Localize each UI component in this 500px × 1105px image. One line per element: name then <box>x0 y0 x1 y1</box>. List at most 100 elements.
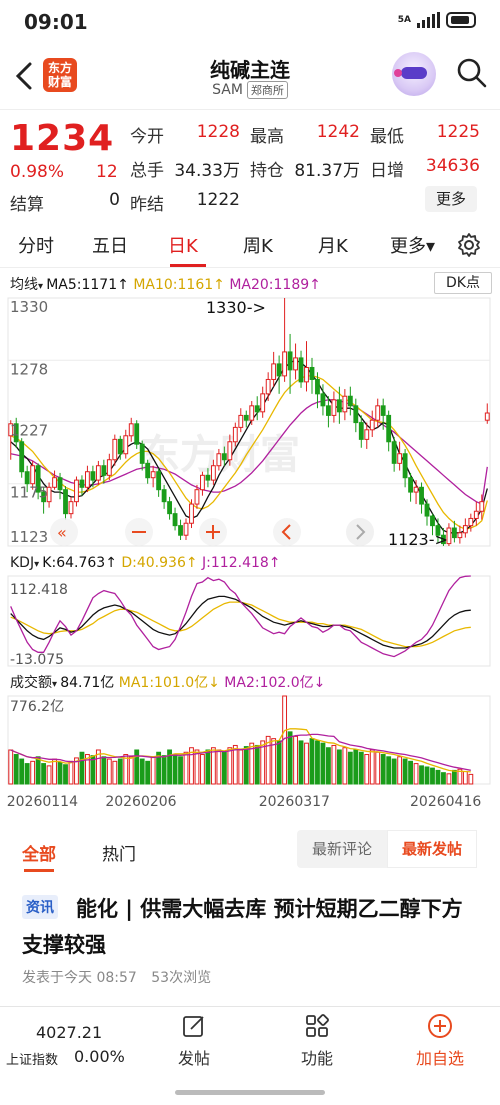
sort-latest-post[interactable]: 最新发帖 <box>387 830 477 868</box>
grid-icon <box>306 1014 329 1037</box>
tab-all[interactable]: 全部 <box>22 840 56 865</box>
tab-intraday[interactable]: 分时 <box>18 232 54 258</box>
candle-body <box>293 357 298 371</box>
amount-bar <box>216 749 222 785</box>
amount-bar <box>232 744 238 785</box>
kdj-max-label: 112.418 <box>10 582 68 598</box>
amount-bar <box>128 756 134 785</box>
candle-body <box>79 479 85 488</box>
last-price: 1234 <box>10 118 115 159</box>
amount-bar <box>243 746 249 785</box>
exchange-badge: 郑商所 <box>246 81 288 99</box>
sort-toggle: 最新评论 最新发帖 <box>297 830 477 868</box>
candle-body <box>30 465 36 485</box>
candle-body <box>424 503 430 517</box>
amount-bar <box>41 763 47 785</box>
change-value: 12 <box>96 162 118 182</box>
amount-bar <box>227 747 233 785</box>
amount-bar <box>112 760 118 785</box>
amount-bar <box>391 758 397 785</box>
date-label: 20260416 <box>410 794 481 810</box>
amount-bar <box>298 740 304 785</box>
amount-bar <box>446 773 452 785</box>
amount-bar <box>221 751 227 785</box>
amount-bar <box>254 744 260 785</box>
low-value: 1225 <box>436 122 480 142</box>
post-button[interactable]: 发帖 <box>154 1013 234 1069</box>
y-axis-label: 1330 <box>10 298 48 316</box>
candle-body <box>260 393 266 413</box>
candle-body <box>402 453 408 479</box>
gear-icon[interactable] <box>456 232 482 258</box>
amount-bar <box>320 742 326 785</box>
signal-icon <box>417 12 440 28</box>
chart-area[interactable]: 均线▾ MA5:1171↑ MA10:1161↑ MA20:1189↑ DK点 … <box>0 268 500 813</box>
amount-bar <box>419 765 424 785</box>
candle-body <box>57 477 63 491</box>
amount-bar <box>462 771 468 785</box>
amount-bar <box>145 760 151 785</box>
amount-bar <box>380 754 386 785</box>
feed-tabs: 全部 热门 最新评论 最新发帖 <box>0 813 500 885</box>
tab-daily-k[interactable]: 日K <box>168 232 198 258</box>
candle-body <box>156 471 162 491</box>
open-value: 1228 <box>196 122 240 142</box>
amount-bar <box>402 758 408 785</box>
candle-body <box>413 486 419 493</box>
search-icon[interactable] <box>455 56 489 90</box>
more-button[interactable]: 更多 <box>425 186 477 212</box>
kdj-j-line <box>10 575 471 658</box>
index-name: 上证指数 <box>6 1053 59 1068</box>
assistant-robot-icon[interactable] <box>392 52 436 96</box>
tab-more[interactable]: 更多▾ <box>390 232 435 258</box>
settle-label: 结算 <box>10 195 44 215</box>
candle-body <box>391 441 397 464</box>
candle-body <box>221 453 227 461</box>
scroll-right-button[interactable] <box>346 518 374 546</box>
post-title[interactable]: 能化 | 供需大幅去库 预计短期乙二醇下方支撑较强 <box>22 891 482 963</box>
amount-bar <box>183 751 189 785</box>
zoom-in-button[interactable] <box>199 518 227 546</box>
tab-five-day[interactable]: 五日 <box>92 232 128 258</box>
amount-bar <box>8 749 14 785</box>
candle-body <box>353 405 359 424</box>
features-button[interactable]: 功能 <box>277 1013 357 1069</box>
kdj-k-value: K:64.763 <box>42 555 106 571</box>
scroll-left-button[interactable] <box>273 518 301 546</box>
post-item[interactable]: 能化 | 供需大幅去库 预计短期乙二醇下方支撑较强 资讯 发表于今天 08:57… <box>0 885 500 1003</box>
candle-body <box>336 399 342 413</box>
zoom-out-button[interactable] <box>125 518 153 546</box>
candle-body <box>375 405 381 421</box>
zoom-left-button[interactable]: « <box>50 518 78 546</box>
tab-hot[interactable]: 热门 <box>102 840 136 865</box>
sort-latest-comment[interactable]: 最新评论 <box>297 830 387 868</box>
tab-monthly-k[interactable]: 月K <box>318 232 348 258</box>
candle-body <box>161 489 167 503</box>
candle-body <box>150 471 156 479</box>
candle-body <box>380 405 386 416</box>
min-annotation: 1123-> <box>388 530 448 549</box>
y-axis-label: 1175 <box>10 484 48 502</box>
add-watchlist-button[interactable]: 加自选 <box>400 1013 480 1069</box>
candle-body <box>68 501 74 515</box>
tab-weekly-k[interactable]: 周K <box>243 232 273 258</box>
volume-value: 34.33万 <box>174 161 240 181</box>
amount-bar <box>451 769 457 785</box>
candle-body <box>254 405 260 413</box>
period-tabs: 分时 五日 日K 周K 月K 更多▾ <box>0 222 500 268</box>
kdj-k-line <box>10 595 471 649</box>
candle-body <box>194 489 200 505</box>
amount-bar <box>117 758 123 785</box>
amount-bar <box>161 755 167 785</box>
amount-ma2-value: MA2:102.0亿 <box>224 675 314 691</box>
candle-body <box>468 517 474 527</box>
amount-bar <box>293 735 298 785</box>
amount-bar <box>30 760 36 785</box>
candle-body <box>331 399 337 416</box>
amount-value: 84.71亿 <box>60 675 115 691</box>
candle-body <box>342 395 348 413</box>
main-panel-frame <box>7 297 491 547</box>
candle-body <box>282 351 288 377</box>
candle-body <box>117 438 123 455</box>
post-meta: 发表于今天 08:57 53次浏览 <box>22 967 221 987</box>
